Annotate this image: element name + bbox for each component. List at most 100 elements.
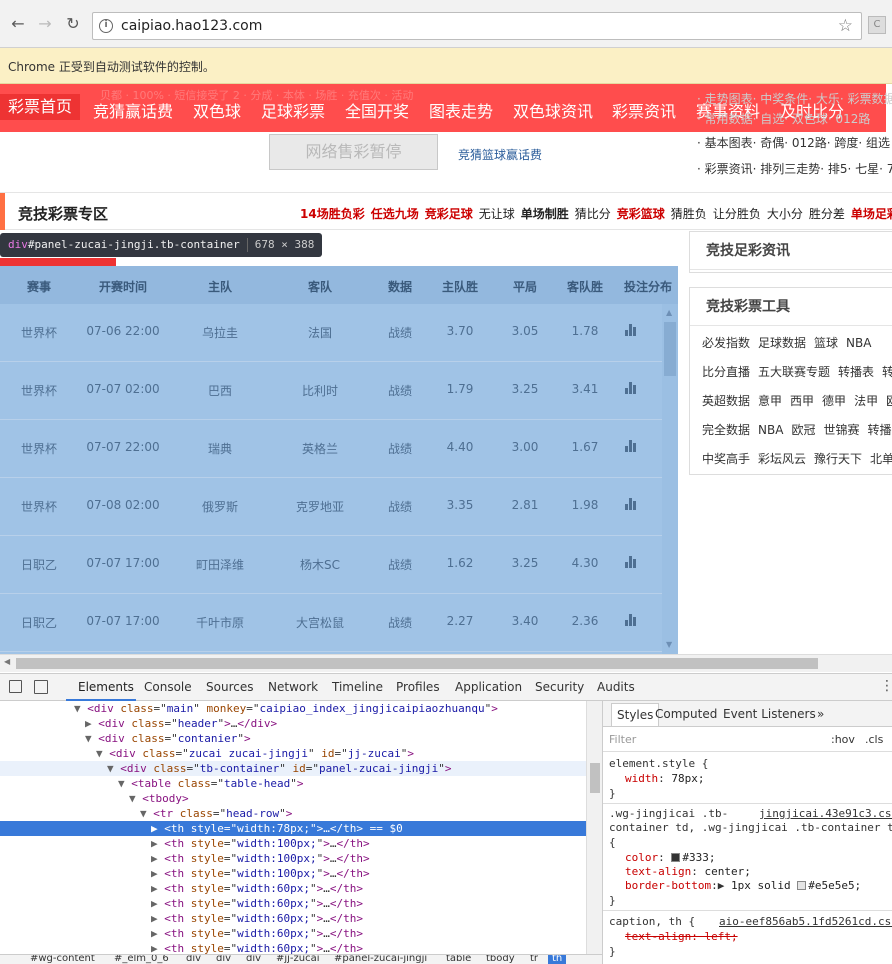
styles-subtab[interactable]: Computed <box>655 707 717 721</box>
filter-placeholder[interactable]: Filter <box>609 733 636 746</box>
breadcrumb-item[interactable]: tbody <box>486 955 515 964</box>
devtools-tab[interactable]: Elements <box>78 680 134 694</box>
dom-node[interactable]: ▼ <div class="zucai zucai-jingji" id="jj… <box>0 746 586 761</box>
breadcrumb-item[interactable]: table <box>446 955 471 964</box>
dom-node[interactable]: ▶ <th style="width:100px;">…</th> <box>0 836 586 851</box>
section-link[interactable]: 单场制胜 <box>521 207 569 221</box>
table-cell[interactable]: 俄罗斯 <box>170 498 270 515</box>
section-link[interactable]: 猜比分 <box>575 207 611 221</box>
sale-paused-button[interactable]: 网络售彩暂停 <box>269 134 438 170</box>
table-cell[interactable]: 07-07 02:00 <box>70 382 176 396</box>
table-cell[interactable]: 07-07 22:00 <box>70 440 176 454</box>
tool-link[interactable]: 西甲 <box>790 394 814 408</box>
dom-node[interactable]: ▶ <th style="width:60px;">…</th> <box>0 896 586 911</box>
extension-icon[interactable]: C <box>868 16 886 34</box>
dom-node[interactable]: ▼ <tbody> <box>0 791 586 806</box>
device-toolbar-icon[interactable] <box>34 680 48 694</box>
nav-item-news[interactable]: 彩票资讯 <box>612 98 676 122</box>
dom-node[interactable]: ▼ <table class="table-head"> <box>0 776 586 791</box>
tool-link[interactable]: 篮球 <box>814 336 838 350</box>
nav-item-ssq-news[interactable]: 双色球资讯 <box>513 98 593 122</box>
dom-node[interactable]: ▶ <th style="width:60px;">…</th> <box>0 941 586 954</box>
nav-item-guess[interactable]: 竞猜赢话费 <box>93 98 173 122</box>
nav-item-charts[interactable]: 图表走势 <box>429 98 493 122</box>
styles-subtab[interactable]: Event Listeners <box>723 707 816 721</box>
cls-toggle[interactable]: .cls <box>865 733 883 746</box>
expand-arrow-icon[interactable]: ▶ <box>151 822 164 835</box>
tool-link[interactable]: 转播 <box>867 423 891 437</box>
forward-arrow-icon[interactable]: → <box>35 14 55 34</box>
table-cell[interactable]: 巴西 <box>170 382 270 399</box>
expand-arrow-icon[interactable]: ▶ <box>151 837 164 850</box>
bar-chart-icon[interactable] <box>625 614 639 626</box>
tool-link[interactable]: 北单 <box>870 452 892 466</box>
section-link[interactable]: 单场足彩 <box>851 207 892 221</box>
devtools-tab[interactable]: Profiles <box>396 680 440 694</box>
breadcrumb-item[interactable]: #jj-zucai <box>276 955 320 964</box>
bar-chart-icon[interactable] <box>625 440 639 452</box>
rule-declaration[interactable]: border-bottom:▶ 1px solid #e5e5e5; <box>625 879 861 893</box>
devtools-tab[interactable]: Security <box>535 680 584 694</box>
scrollbar-thumb[interactable] <box>664 322 676 376</box>
url-text[interactable]: caipiao.hao123.com <box>121 18 262 34</box>
expand-arrow-icon[interactable]: ▶ <box>151 882 164 895</box>
dom-node[interactable]: ▶ <th style="width:60px;">…</th> <box>0 911 586 926</box>
table-cell[interactable]: 战绩 <box>370 440 430 457</box>
right-link-row[interactable]: · 基本图表· 奇偶· 012路· 跨度· 组选 <box>697 134 890 151</box>
scroll-down-icon[interactable]: ▼ <box>666 640 672 649</box>
tool-link[interactable]: 欧 <box>886 394 892 408</box>
tool-link[interactable]: 五大联赛专题 <box>758 365 830 379</box>
dom-node[interactable]: ▶ <div class="header">…</div> <box>0 716 586 731</box>
dom-node[interactable]: ▼ <div class="tb-container" id="panel-zu… <box>0 761 586 776</box>
section-link[interactable]: 14场胜负彩 <box>300 207 365 221</box>
tool-link[interactable]: 必发指数 <box>702 336 750 350</box>
rule-declaration[interactable]: color: #333; <box>625 851 716 865</box>
tool-link[interactable]: 世锦赛 <box>823 423 859 437</box>
rule-source-link[interactable]: aio-eef856ab5.1fd5261cd.css <box>719 915 892 929</box>
styles-filter[interactable]: Filter :hov .cls <box>603 728 892 752</box>
expand-arrow-icon[interactable]: ▶ <box>151 897 164 910</box>
dom-node[interactable]: ▶ <th style="width:78px;">…</th> == $0 <box>0 821 586 836</box>
table-cell[interactable]: 克罗地亚 <box>270 498 370 515</box>
nav-item-football[interactable]: 足球彩票 <box>261 98 325 122</box>
bar-chart-icon[interactable] <box>625 556 639 568</box>
table-cell[interactable]: 战绩 <box>370 614 430 631</box>
scroll-left-icon[interactable]: ◀ <box>4 657 10 666</box>
expand-arrow-icon[interactable]: ▼ <box>74 702 87 715</box>
tool-link[interactable]: 德甲 <box>822 394 846 408</box>
breadcrumb-item[interactable]: div <box>216 955 231 964</box>
dom-node[interactable]: ▶ <th style="width:60px;">…</th> <box>0 926 586 941</box>
section-link[interactable]: 竞彩足球 <box>425 207 473 221</box>
expand-arrow-icon[interactable]: ▶ <box>151 942 164 954</box>
rule-declaration-overridden[interactable]: text-align: left; <box>625 930 738 944</box>
table-cell[interactable]: 战绩 <box>370 498 430 515</box>
devtools-tab[interactable]: Network <box>268 680 318 694</box>
tool-link[interactable]: 比分直播 <box>702 365 750 379</box>
right-link-row[interactable]: · 走势图表· 中奖条件· 大乐· 彩票数据 <box>697 90 892 107</box>
rule-declaration[interactable]: text-align: center; <box>625 865 751 879</box>
tool-link[interactable]: NBA <box>758 423 783 437</box>
nav-item-home[interactable]: 彩票首页 <box>0 94 81 120</box>
tool-link[interactable]: 足球数据 <box>758 336 806 350</box>
table-cell[interactable]: 07-06 22:00 <box>70 324 176 338</box>
tool-link[interactable]: 转 <box>882 365 892 379</box>
side-news-title[interactable]: 竞技足彩资讯 <box>690 232 892 270</box>
right-link-row[interactable]: · 彩票资讯· 排列三走势· 排5· 七星· 7 <box>697 160 892 177</box>
scrollbar-thumb[interactable] <box>590 763 600 793</box>
table-cell[interactable]: 英格兰 <box>270 440 370 457</box>
table-cell[interactable]: 法国 <box>270 324 370 341</box>
section-link[interactable]: 大小分 <box>767 207 803 221</box>
table-scrollbar[interactable]: ▲ ▼ <box>662 304 678 654</box>
bookmark-star-icon[interactable]: ☆ <box>838 16 853 36</box>
expand-arrow-icon[interactable]: ▼ <box>107 762 120 775</box>
section-link[interactable]: 胜分差 <box>809 207 845 221</box>
devtools-tab[interactable]: Console <box>144 680 192 694</box>
tool-link[interactable]: 意甲 <box>758 394 782 408</box>
tool-link[interactable]: 转播表 <box>838 365 874 379</box>
address-bar[interactable]: i caipiao.hao123.com ☆ <box>92 12 862 40</box>
scroll-up-icon[interactable]: ▲ <box>666 308 672 317</box>
tool-link[interactable]: 欧冠 <box>791 423 815 437</box>
table-cell[interactable]: 杨木SC <box>270 556 370 573</box>
tool-link[interactable]: 完全数据 <box>702 423 750 437</box>
tool-link[interactable]: 英超数据 <box>702 394 750 408</box>
